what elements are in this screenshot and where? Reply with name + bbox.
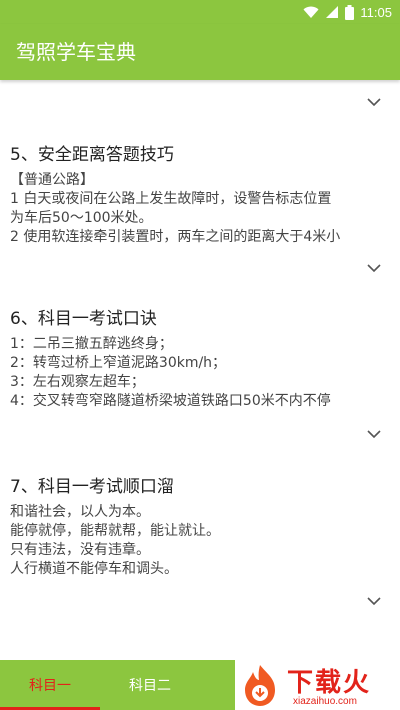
app-bar: 驾照学车宝典 — [0, 24, 400, 80]
tab-subject-one[interactable]: 科目一 — [0, 660, 100, 710]
status-icons: 11:05 — [303, 3, 392, 21]
status-bar: 11:05 — [0, 0, 400, 24]
chevron-down-icon[interactable] — [366, 262, 382, 274]
section-line: 1 白天或夜间在公路上发生故障时，设警告标志位置 — [10, 191, 332, 207]
chevron-down-icon[interactable] — [366, 595, 382, 607]
section-line: 1：二吊三撤五醉逃终身； — [10, 336, 173, 352]
card-section-5[interactable]: 5、安全距离答题技巧 【普通公路】 1 白天或夜间在公路上发生故障时，设警告标志… — [0, 136, 400, 286]
status-time: 11:05 — [360, 4, 392, 20]
flame-logo-icon — [245, 665, 275, 706]
wifi-icon — [303, 6, 319, 18]
section-line: 2 使用软连接牵引装置时，两车之间的距离大于4米小 — [10, 229, 341, 245]
section-line: 能停就停，能帮就帮，能让就让。 — [10, 523, 220, 539]
card-section-7[interactable]: 7、科目一考试顺口溜 和谐社会，以人为本。 能停就停，能帮就帮，能让就让。 只有… — [0, 468, 400, 618]
section-line: 【普通公路】 — [10, 172, 94, 188]
section-line: 和谐社会，以人为本。 — [10, 504, 150, 520]
tab-label: 科目二 — [129, 678, 171, 694]
tab-subject-two[interactable]: 科目二 — [100, 660, 200, 710]
app-title: 驾照学车宝典 — [16, 40, 136, 64]
section-line: 为车后50～100米处。 — [10, 210, 153, 226]
content-list[interactable]: 5、安全距离答题技巧 【普通公路】 1 白天或夜间在公路上发生故障时，设警告标志… — [0, 80, 400, 660]
section-title: 5、安全距离答题技巧 — [10, 145, 174, 165]
section-line: 4：交叉转弯窄路隧道桥梁坡道铁路口50米不内不停 — [10, 393, 331, 409]
chevron-down-icon[interactable] — [366, 428, 382, 440]
battery-icon — [345, 4, 355, 20]
section-line: 3：左右观察左超车； — [10, 374, 145, 390]
section-line: 只有违法，没有违章。 — [10, 542, 150, 558]
tab-label: 科目一 — [29, 678, 71, 694]
watermark-subtext: xiazaihuo.com — [293, 696, 357, 707]
watermark-logo: 下载火 xiazaihuo.com — [235, 660, 400, 710]
section-line: 人行横道不能停车和调头。 — [10, 561, 178, 577]
section-line: 2：转弯过桥上窄道泥路30km/h； — [10, 355, 227, 371]
section-title: 7、科目一考试顺口溜 — [10, 477, 174, 497]
card-section-6[interactable]: 6、科目一考试口诀 1：二吊三撤五醉逃终身； 2：转弯过桥上窄道泥路30km/h… — [0, 300, 400, 450]
chevron-down-icon[interactable] — [366, 96, 382, 108]
section-title: 6、科目一考试口诀 — [10, 309, 157, 329]
signal-icon — [326, 6, 339, 18]
watermark-text: 下载火 — [287, 668, 372, 698]
